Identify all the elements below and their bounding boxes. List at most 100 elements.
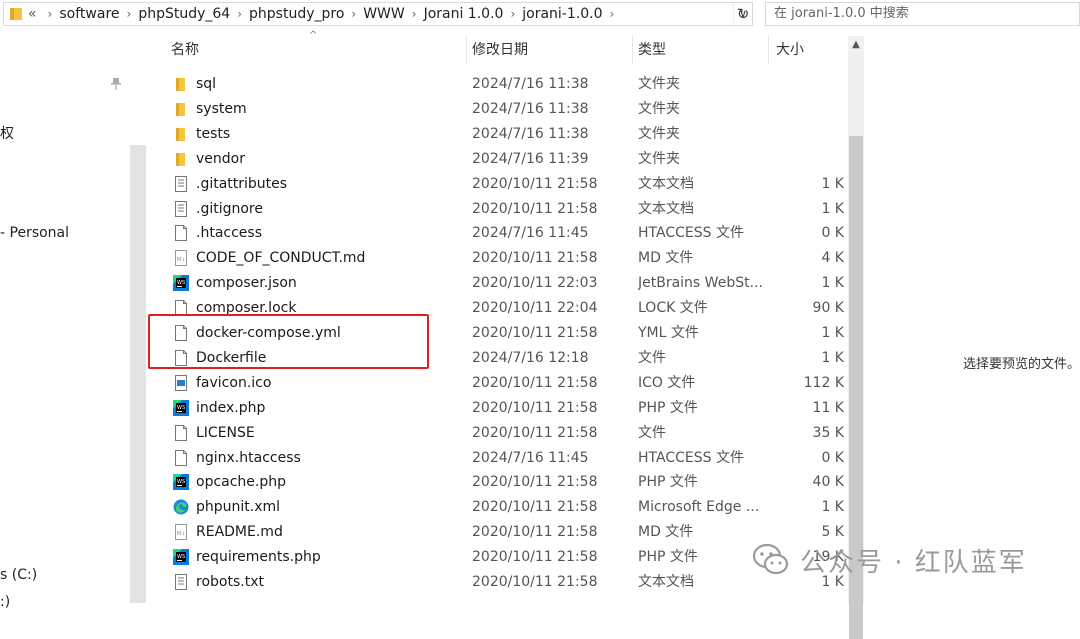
file-row[interactable]: WS opcache.php 2020/10/11 21:58 PHP 文件 40 K [146,470,848,495]
breadcrumb-item[interactable]: Jorani 1.0.0 [424,6,504,22]
file-row[interactable]: favicon.ico 2020/10/11 21:58 ICO 文件 112 K [146,371,848,396]
breadcrumb-separator-icon[interactable]: › [351,7,356,21]
file-row[interactable]: WS composer.json 2020/10/11 22:03 JetBrains… [146,271,848,296]
search-input[interactable]: 在 jorani-1.0.0 中搜索 [765,2,1080,26]
breadcrumb-separator-icon[interactable]: › [412,7,417,21]
file-type: MD 文件 [638,524,694,541]
breadcrumb-item[interactable]: phpStudy_64 [138,6,230,22]
column-divider[interactable] [466,36,467,64]
breadcrumb-item[interactable]: software [59,6,119,22]
file-name: favicon.ico [196,374,272,391]
breadcrumb-item[interactable]: jorani-1.0.0 [522,6,602,22]
file-date: 2020/10/11 21:58 [472,474,598,491]
breadcrumb-separator-icon[interactable]: › [48,7,53,21]
file-name: system [196,100,247,117]
file-size: 1 K [821,499,844,516]
breadcrumb-separator-icon[interactable]: › [609,7,614,21]
column-divider[interactable] [632,36,633,64]
svg-text:WS: WS [177,405,185,411]
sort-indicator: ^ [309,30,318,41]
webstorm-icon: WS [173,399,189,416]
file-date: 2020/10/11 21:58 [472,549,598,566]
nav-item[interactable]: 权 [0,123,14,143]
file-date: 2024/7/16 11:45 [472,225,589,242]
file-type: 文件夹 [638,76,680,92]
breadcrumb-separator-icon[interactable]: › [510,7,515,21]
preview-pane-message: 选择要预览的文件。 [963,357,1080,372]
svg-text:WS: WS [177,280,185,286]
edge-icon [173,499,189,515]
column-header-date[interactable]: 修改日期 [472,36,528,64]
file-type: PHP 文件 [638,474,698,491]
svg-text:M↓: M↓ [177,531,186,537]
file-row[interactable]: phpunit.xml 2020/10/11 21:58 Microsoft Edg… [146,495,848,520]
file-row[interactable]: .gitignore 2020/10/11 21:58 文本文档 1 K [146,197,848,222]
webstorm-icon: WS [173,549,189,566]
column-divider[interactable] [768,36,769,64]
file-size: 40 K [812,474,844,491]
file-date: 2020/10/11 21:58 [472,175,598,192]
nav-scrollbar[interactable] [130,145,146,603]
file-date: 2020/10/11 22:03 [472,275,598,292]
nav-item-drive[interactable]: :) [0,594,10,610]
file-size: 1 K [821,175,844,192]
file-date: 2020/10/11 22:04 [472,300,598,317]
file-row[interactable]: tests 2024/7/16 11:38 文件夹 [146,122,848,147]
column-header-size[interactable]: 大小 [776,36,804,64]
folder-icon [173,151,189,167]
file-row[interactable]: nginx.htaccess 2024/7/16 11:45 HTACCESS 文件… [146,446,848,471]
file-row[interactable]: .htaccess 2024/7/16 11:45 HTACCESS 文件 0 K [146,221,848,246]
highlight-box [148,314,429,369]
file-row[interactable]: system 2024/7/16 11:38 文件夹 [146,97,848,122]
folder-icon [173,101,189,117]
file-size: 11 K [812,399,844,416]
file-row[interactable]: .gitattributes 2020/10/11 21:58 文本文档 1 K [146,172,848,197]
address-bar[interactable]: « › software › phpStudy_64 › phpstudy_pro › WWW… [3,2,753,26]
file-row[interactable]: robots.txt 2020/10/11 21:58 文本文档 1 K [146,570,848,595]
pin-icon[interactable] [111,78,121,93]
file-size: 1 K [821,349,844,366]
file-row[interactable]: LICENSE 2020/10/11 21:58 文件 35 K [146,421,848,446]
nav-item-drive-c[interactable]: s (C:) [0,567,37,583]
file-date: 2020/10/11 21:58 [472,250,598,267]
breadcrumb-separator-icon[interactable]: › [127,7,132,21]
file-date: 2024/7/16 11:39 [472,150,589,167]
file-row[interactable]: M↓ CODE_OF_CONDUCT.md 2020/10/11 21:58 MD 文… [146,246,848,271]
file-type: 文件夹 [638,125,680,142]
file-name: README.md [196,524,283,541]
file-type: 文件 [638,424,666,441]
column-header-type[interactable]: 类型 [638,36,666,64]
file-size: 1 K [821,275,844,292]
watermark: 公众号 · 红队蓝军 [752,540,1027,580]
breadcrumb-separator-icon[interactable]: › [237,7,242,21]
file-size: 90 K [812,300,844,317]
webstorm-icon: WS [173,275,189,292]
refresh-icon[interactable]: ↻ [733,4,753,24]
markdown-file-icon: M↓ [173,250,189,267]
nav-item-personal[interactable]: - Personal [0,225,69,241]
file-name: requirements.php [196,549,321,566]
image-file-icon [173,374,189,391]
file-type: PHP 文件 [638,549,698,566]
file-row[interactable]: WS index.php 2020/10/11 21:58 PHP 文件 11 K [146,396,848,421]
file-type: 文件夹 [638,150,680,167]
scroll-up-icon[interactable]: ▲ [848,36,864,54]
file-row[interactable]: WS requirements.php 2020/10/11 21:58 PHP 文件… [146,545,848,570]
column-header-name[interactable]: 名称 [171,36,199,64]
address-bar-area: « › software › phpStudy_64 › phpstudy_pro › WWW… [0,0,1080,30]
file-name: composer.json [196,275,297,292]
file-date: 2020/10/11 21:58 [472,424,598,441]
file-date: 2020/10/11 21:58 [472,574,598,590]
file-row[interactable]: M↓ README.md 2020/10/11 21:58 MD 文件 5 K [146,520,848,545]
breadcrumb-item[interactable]: WWW [363,6,405,22]
svg-text:WS: WS [177,479,185,485]
file-row[interactable]: vendor 2024/7/16 11:39 文件夹 [146,147,848,172]
breadcrumb-item[interactable]: phpstudy_pro [249,6,344,22]
file-date: 2024/7/16 11:38 [472,100,589,117]
file-row[interactable]: sql 2024/7/16 11:38 文件夹 [146,72,848,97]
address-prefix[interactable]: « [28,6,37,22]
file-name: opcache.php [196,474,287,491]
file-type: LOCK 文件 [638,300,708,317]
file-date: 2020/10/11 21:58 [472,325,598,341]
file-list-scrollbar[interactable]: ▲ [848,36,864,639]
